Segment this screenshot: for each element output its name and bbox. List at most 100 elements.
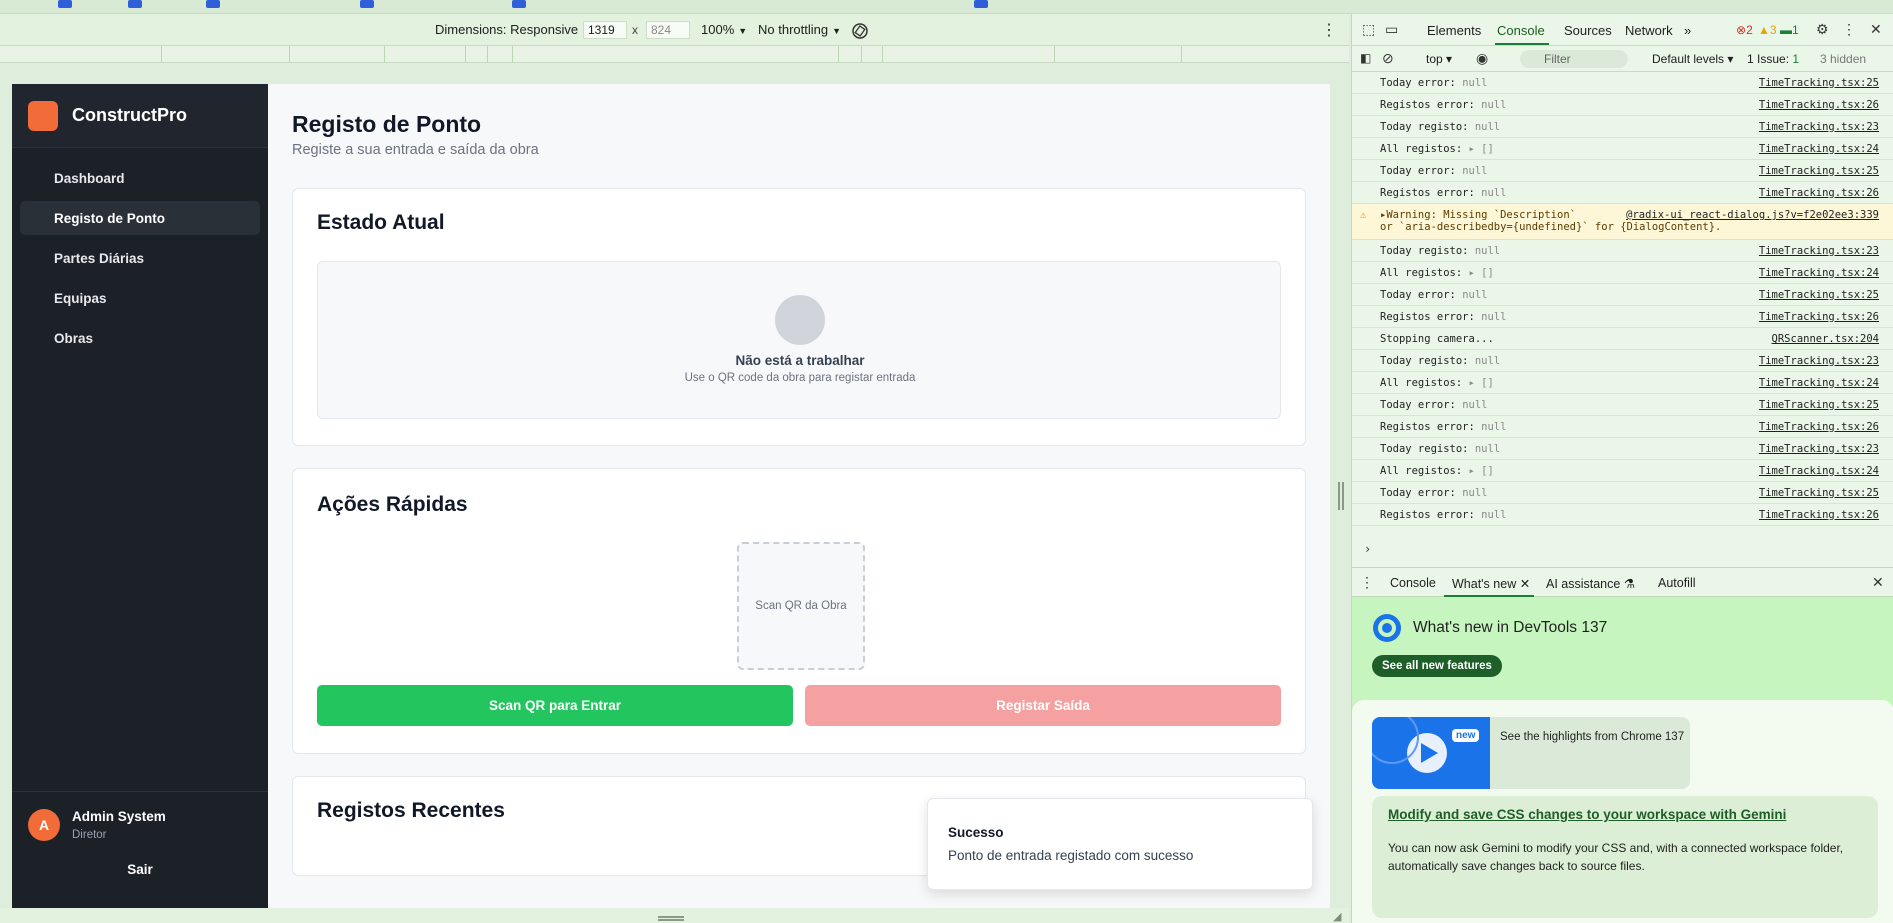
more-options-icon[interactable]: ⋮ [1321,20,1337,40]
tab-favicon[interactable] [128,0,142,8]
log-source-link[interactable]: TimeTracking.tsx:24 [1759,377,1879,389]
scan-qr-enter-button[interactable]: Scan QR para Entrar [317,685,793,726]
tab-favicon[interactable] [512,0,526,8]
feature-title-link[interactable]: Modify and save CSS changes to your work… [1388,807,1786,822]
console-log-row[interactable]: Today error: null TimeTracking.tsx:25 [1352,160,1893,182]
inspect-icon[interactable]: ⬚ [1362,21,1378,37]
log-source-link[interactable]: TimeTracking.tsx:26 [1759,187,1879,199]
log-source-link[interactable]: TimeTracking.tsx:23 [1759,121,1879,133]
drawer-tab-autofill[interactable]: Autofill [1658,576,1696,590]
sidebar-item-dashboard[interactable]: Dashboard [20,161,260,195]
device-toggle-icon[interactable]: ▭ [1385,21,1401,37]
log-source-link[interactable]: TimeTracking.tsx:24 [1759,465,1879,477]
console-log-row[interactable]: Today registo: null TimeTracking.tsx:23 [1352,438,1893,460]
register-exit-button[interactable]: Registar Saída [805,685,1281,726]
filter-input[interactable]: Filter [1520,50,1628,68]
log-source-link[interactable]: TimeTracking.tsx:23 [1759,355,1879,367]
log-source-link[interactable]: TimeTracking.tsx:24 [1759,143,1879,155]
console-log-row[interactable]: Today error: null TimeTracking.tsx:25 [1352,72,1893,94]
sidebar-item-obras[interactable]: Obras [20,321,260,355]
tab-favicon[interactable] [58,0,72,8]
zoom-dropdown[interactable]: 100% ▼ [701,22,747,37]
drawer-menu-icon[interactable]: ⋮ [1360,574,1376,590]
console-log-row[interactable]: Today registo: null TimeTracking.tsx:23 [1352,240,1893,262]
drawer-tab-ai-assistance[interactable]: AI assistance ⚗ [1546,576,1635,591]
settings-gear-icon[interactable]: ⚙ [1816,21,1832,37]
issues-button[interactable]: 1 Issue: 1 [1747,52,1799,66]
width-input[interactable]: 1319 [583,21,627,39]
console-log-row[interactable]: Registos error: null TimeTracking.tsx:26 [1352,182,1893,204]
drawer-close-icon[interactable]: ✕ [1872,574,1888,590]
see-all-features-button[interactable]: See all new features [1372,655,1502,677]
side-resize-handle-icon[interactable] [1338,482,1344,510]
more-tabs-icon[interactable]: » [1684,23,1691,38]
levels-dropdown[interactable]: Default levels ▾ [1652,52,1733,66]
more-options-icon[interactable]: ⋮ [1842,21,1858,37]
console-log-row[interactable]: Registos error: null TimeTracking.tsx:26 [1352,94,1893,116]
sidebar-item-registo-de-ponto[interactable]: Registo de Ponto [20,201,260,235]
console-log-row[interactable]: All registos: ▸ [] TimeTracking.tsx:24 [1352,372,1893,394]
message-badge[interactable]: ▬1 [1780,23,1799,37]
console-log-row[interactable]: All registos: ▸ [] TimeTracking.tsx:24 [1352,262,1893,284]
clear-console-icon[interactable]: ⊘ [1382,50,1398,66]
error-badge[interactable]: ⊗2 [1736,23,1753,37]
log-source-link[interactable]: TimeTracking.tsx:25 [1759,77,1879,89]
log-source-link[interactable]: TimeTracking.tsx:24 [1759,267,1879,279]
log-source-link[interactable]: TimeTracking.tsx:26 [1759,421,1879,433]
resize-handle-icon[interactable] [658,916,684,921]
tab-favicon[interactable] [974,0,988,8]
tab-favicon[interactable] [360,0,374,8]
video-thumbnail[interactable] [1372,717,1490,789]
log-source-link[interactable]: @radix-ui_react-dialog.js?v=f2e02ee3:339 [1626,209,1879,221]
tab-console[interactable]: Console [1497,23,1545,38]
console-log-row[interactable]: Today error: null TimeTracking.tsx:25 [1352,394,1893,416]
sidebar-item-equipas[interactable]: Equipas [20,281,260,315]
drawer-tab-whats-new[interactable]: What's new ✕ [1452,576,1530,591]
qr-scan-area[interactable]: Scan QR da Obra [737,542,865,670]
status-hint: Use o QR code da obra para registar entr… [684,372,916,384]
page-subtitle: Registe a sua entrada e saída da obra [292,142,539,158]
console-log-row[interactable]: Today error: null TimeTracking.tsx:25 [1352,482,1893,504]
console-log-row[interactable]: Today registo: null TimeTracking.tsx:23 [1352,116,1893,138]
log-source-link[interactable]: TimeTracking.tsx:25 [1759,399,1879,411]
tab-elements[interactable]: Elements [1427,23,1481,38]
log-source-link[interactable]: TimeTracking.tsx:26 [1759,509,1879,521]
console-log-row[interactable]: Registos error: null TimeTracking.tsx:26 [1352,416,1893,438]
log-source-link[interactable]: TimeTracking.tsx:23 [1759,443,1879,455]
console-warning-row[interactable]: ▸Warning: Missing `Description` ⚠ or `ar… [1352,204,1893,240]
logout-button[interactable]: Sair [12,862,268,877]
log-source-link[interactable]: TimeTracking.tsx:25 [1759,289,1879,301]
console-prompt[interactable]: › [1364,542,1371,556]
height-input[interactable]: 824 [646,21,690,39]
sidebar-item-partes-diarias[interactable]: Partes Diárias [20,241,260,275]
context-dropdown[interactable]: top ▾ [1426,52,1452,66]
console-log-row[interactable]: All registos: ▸ [] TimeTracking.tsx:24 [1352,460,1893,482]
rotate-icon[interactable] [851,22,869,40]
sidebar-toggle-icon[interactable]: ◧ [1360,51,1376,67]
log-source-link[interactable]: TimeTracking.tsx:25 [1759,165,1879,177]
console-log-row[interactable]: Registos error: null TimeTracking.tsx:26 [1352,504,1893,526]
log-source-link[interactable]: TimeTracking.tsx:26 [1759,311,1879,323]
tab-sources[interactable]: Sources [1564,23,1612,38]
eye-icon[interactable]: ◉ [1476,50,1492,66]
dimensions-dropdown[interactable]: Dimensions: Responsive▼ [435,22,591,37]
console-log-row[interactable]: Registos error: null TimeTracking.tsx:26 [1352,306,1893,328]
new-badge: new [1452,729,1480,742]
console-log-row[interactable]: All registos: ▸ [] TimeTracking.tsx:24 [1352,138,1893,160]
highlights-card[interactable]: new See the highlights from Chrome 137 [1372,717,1690,789]
close-icon[interactable]: ✕ [1870,21,1886,37]
log-source-link[interactable]: TimeTracking.tsx:25 [1759,487,1879,499]
console-log-row[interactable]: Today registo: null TimeTracking.tsx:23 [1352,350,1893,372]
success-toast[interactable]: Sucesso Ponto de entrada registado com s… [927,798,1313,890]
console-log-row[interactable]: Today error: null TimeTracking.tsx:25 [1352,284,1893,306]
drawer-tab-console[interactable]: Console [1390,576,1436,590]
log-source-link[interactable]: QRScanner.tsx:204 [1772,333,1879,345]
tab-network[interactable]: Network [1625,23,1673,38]
throttling-dropdown[interactable]: No throttling ▼ [758,22,841,37]
tab-favicon[interactable] [206,0,220,8]
log-source-link[interactable]: TimeTracking.tsx:23 [1759,245,1879,257]
corner-resize-icon[interactable]: ◢ [1333,910,1345,923]
log-source-link[interactable]: TimeTracking.tsx:26 [1759,99,1879,111]
console-log-row[interactable]: Stopping camera... QRScanner.tsx:204 [1352,328,1893,350]
warning-badge[interactable]: ▲3 [1758,23,1777,37]
